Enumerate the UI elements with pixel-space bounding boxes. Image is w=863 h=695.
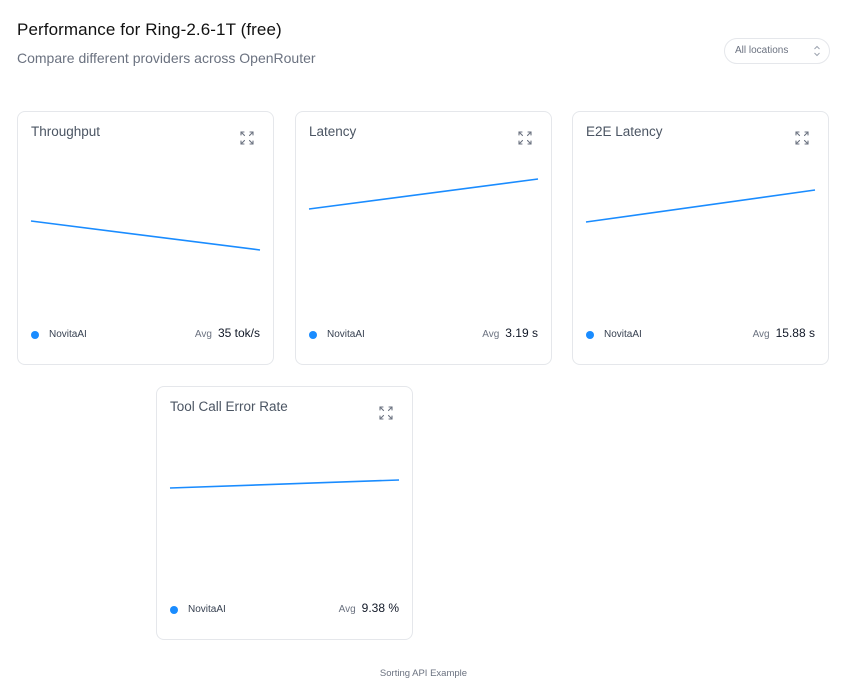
throughput-chart xyxy=(30,220,261,251)
location-select-value: All locations xyxy=(735,45,789,56)
expand-icon[interactable] xyxy=(518,131,532,145)
avg-label: Avg xyxy=(482,329,500,340)
latency-chart xyxy=(308,178,539,210)
series-line-novitaai xyxy=(308,178,539,210)
page-header: Performance for Ring-2.6-1T (free) Compa… xyxy=(17,20,316,66)
legend-dot xyxy=(170,605,178,614)
expand-icon[interactable] xyxy=(795,131,809,145)
avg-label: Avg xyxy=(338,604,356,615)
card-title: Latency xyxy=(309,124,357,139)
legend-provider: NovitaAI xyxy=(49,329,87,340)
chart-card-tool-call-error-rate: Tool Call Error Rate NovitaAI Avg 9.38 % xyxy=(156,386,413,640)
avg-value: 35 tok/s xyxy=(217,326,260,340)
expand-icon[interactable] xyxy=(379,406,393,420)
avg-summary: Avg 3.19 s xyxy=(482,326,538,340)
avg-label: Avg xyxy=(194,329,212,340)
page-title: Performance for Ring-2.6-1T (free) xyxy=(17,20,282,39)
legend: NovitaAI xyxy=(31,329,87,340)
chart-card-throughput: Throughput NovitaAI Avg 35 tok/s xyxy=(17,111,274,365)
chevron-up-down-icon xyxy=(814,45,820,57)
avg-summary: Avg 15.88 s xyxy=(753,326,815,340)
legend: NovitaAI xyxy=(309,329,365,340)
chart-card-e2e-latency: E2E Latency NovitaAI Avg 15.88 s xyxy=(572,111,829,365)
tool-call-error-rate-chart xyxy=(169,479,400,489)
legend-dot xyxy=(586,330,594,339)
legend-provider: NovitaAI xyxy=(188,604,226,615)
series-line-novitaai xyxy=(585,189,816,223)
chart-card-latency: Latency NovitaAI Avg 3.19 s xyxy=(295,111,552,365)
avg-value: 15.88 s xyxy=(775,326,815,340)
legend: NovitaAI xyxy=(170,604,226,615)
page-subtitle: Compare different providers across OpenR… xyxy=(17,50,316,66)
expand-icon[interactable] xyxy=(240,131,254,145)
avg-summary: Avg 35 tok/s xyxy=(195,326,260,340)
e2e-latency-chart xyxy=(585,189,816,223)
avg-label: Avg xyxy=(752,329,770,340)
series-line-novitaai xyxy=(30,220,261,251)
legend-provider: NovitaAI xyxy=(327,329,365,340)
series-line-novitaai xyxy=(169,479,400,489)
sorting-api-example-link[interactable]: Sorting API Example xyxy=(0,668,847,679)
avg-value: 9.38 % xyxy=(361,601,399,615)
avg-value: 3.19 s xyxy=(505,326,538,340)
card-title: Tool Call Error Rate xyxy=(170,399,288,414)
card-title: E2E Latency xyxy=(586,124,663,139)
location-select[interactable]: All locations xyxy=(724,38,830,64)
avg-summary: Avg 9.38 % xyxy=(339,601,399,615)
legend-dot xyxy=(31,330,39,339)
legend-provider: NovitaAI xyxy=(604,329,642,340)
card-title: Throughput xyxy=(31,124,101,139)
legend-dot xyxy=(309,330,317,339)
legend: NovitaAI xyxy=(586,329,642,340)
